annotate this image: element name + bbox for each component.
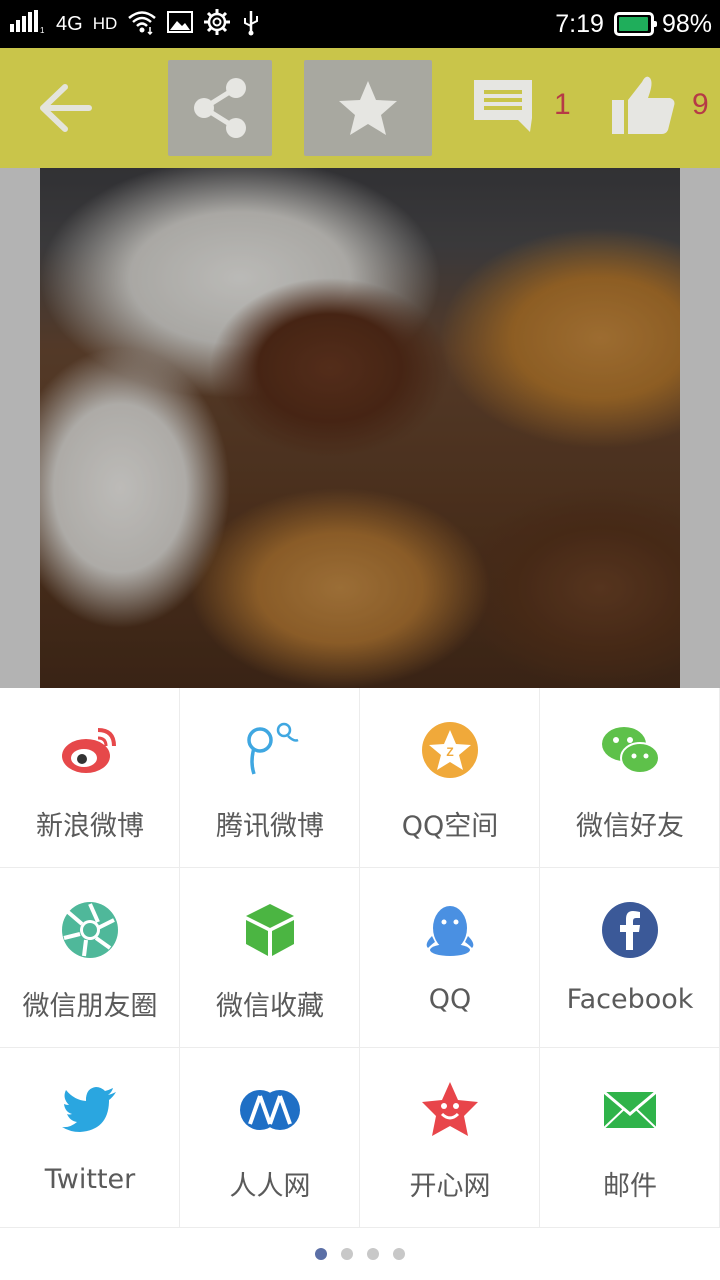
kaixin-icon [418,1078,482,1142]
sina-weibo-icon [58,718,122,782]
share-option-label: 邮件 [603,1171,657,1202]
page-dot[interactable] [367,1248,379,1260]
battery-fill [618,17,649,31]
battery-icon [613,12,657,36]
usb-icon [241,8,261,40]
share-option-label: QQ [428,984,472,1015]
share-option-wechat[interactable]: 微信好友 [540,688,720,868]
star-icon [339,81,397,135]
wechat-favorite-icon [238,898,302,962]
top-toolbar: 1 9 [0,48,720,168]
back-button[interactable] [30,68,100,148]
svg-text:Z: Z [446,745,453,759]
share-option-mail[interactable]: 邮件 [540,1048,720,1228]
battery-percent: 98% [661,9,712,38]
share-grid: 新浪微博 腾讯微博 Z QQ空间 微信好友微信朋友圈 微信收藏 QQ Facebook Twit… [0,688,720,1228]
share-option-wechat-favorite[interactable]: 微信收藏 [180,868,360,1048]
comment-count: 1 [554,88,571,121]
share-option-label: QQ空间 [401,811,499,842]
share-option-twitter[interactable]: Twitter [0,1048,180,1228]
page-dot[interactable] [341,1248,353,1260]
like-button[interactable] [608,72,684,148]
qq-icon [418,898,482,962]
wechat-moments-icon [58,898,122,962]
page-dot[interactable] [393,1248,405,1260]
screen: 1 4G HD 7:19 98% 1 9 新浪微博 腾讯微博 Z QQ空间 微信… [0,0,720,1280]
share-option-label: 微信收藏 [216,991,324,1022]
like-count: 9 [692,88,709,121]
comment-icon [474,80,532,132]
comment-button[interactable] [470,74,540,144]
share-option-label: 新浪微博 [36,811,144,842]
share-sheet: 新浪微博 腾讯微博 Z QQ空间 微信好友微信朋友圈 微信收藏 QQ Facebook Twit… [0,688,720,1280]
share-option-wechat-moments[interactable]: 微信朋友圈 [0,868,180,1048]
favorite-button[interactable] [304,60,432,156]
content-area [0,168,720,688]
wifi-icon [127,9,157,39]
share-option-label: Twitter [44,1164,136,1195]
share-option-tencent-weibo[interactable]: 腾讯微博 [180,688,360,868]
clock: 7:19 [555,9,604,38]
network-type: 4G [56,12,83,35]
gallery-icon [167,11,194,37]
share-option-label: 腾讯微博 [216,811,324,842]
status-right: 7:19 98% [555,8,712,40]
share-option-facebook[interactable]: Facebook [540,868,720,1048]
settings-gear-icon [203,8,231,40]
facebook-icon [598,898,662,962]
mail-icon [598,1078,662,1142]
twitter-icon [58,1078,122,1142]
share-option-label: 微信朋友圈 [22,991,158,1022]
share-option-kaixin[interactable]: 开心网 [360,1048,540,1228]
svg-text:1: 1 [40,26,45,34]
food-photo [40,168,680,688]
qzone-icon: Z [418,718,482,782]
share-option-label: 人人网 [229,1171,311,1202]
share-option-label: Facebook [566,984,694,1015]
share-option-label: 微信好友 [576,811,684,842]
share-option-renren[interactable]: 人人网 [180,1048,360,1228]
hd-indicator: HD [92,14,118,33]
share-button[interactable] [168,60,272,156]
share-option-label: 开心网 [409,1171,491,1202]
back-arrow-icon [40,84,92,132]
share-option-qzone[interactable]: Z QQ空间 [360,688,540,868]
share-option-sina-weibo[interactable]: 新浪微博 [0,688,180,868]
share-option-qq[interactable]: QQ [360,868,540,1048]
renren-icon [238,1078,302,1142]
page-dot[interactable] [315,1248,327,1260]
status-bar: 1 4G HD 7:19 98% [0,0,720,48]
wechat-icon [598,718,662,782]
status-left: 1 4G HD [10,8,261,40]
signal-icon: 1 [10,10,46,38]
thumbs-up-icon [612,76,675,134]
tencent-weibo-icon [238,718,302,782]
share-icon [194,78,246,138]
page-indicator [0,1248,720,1264]
